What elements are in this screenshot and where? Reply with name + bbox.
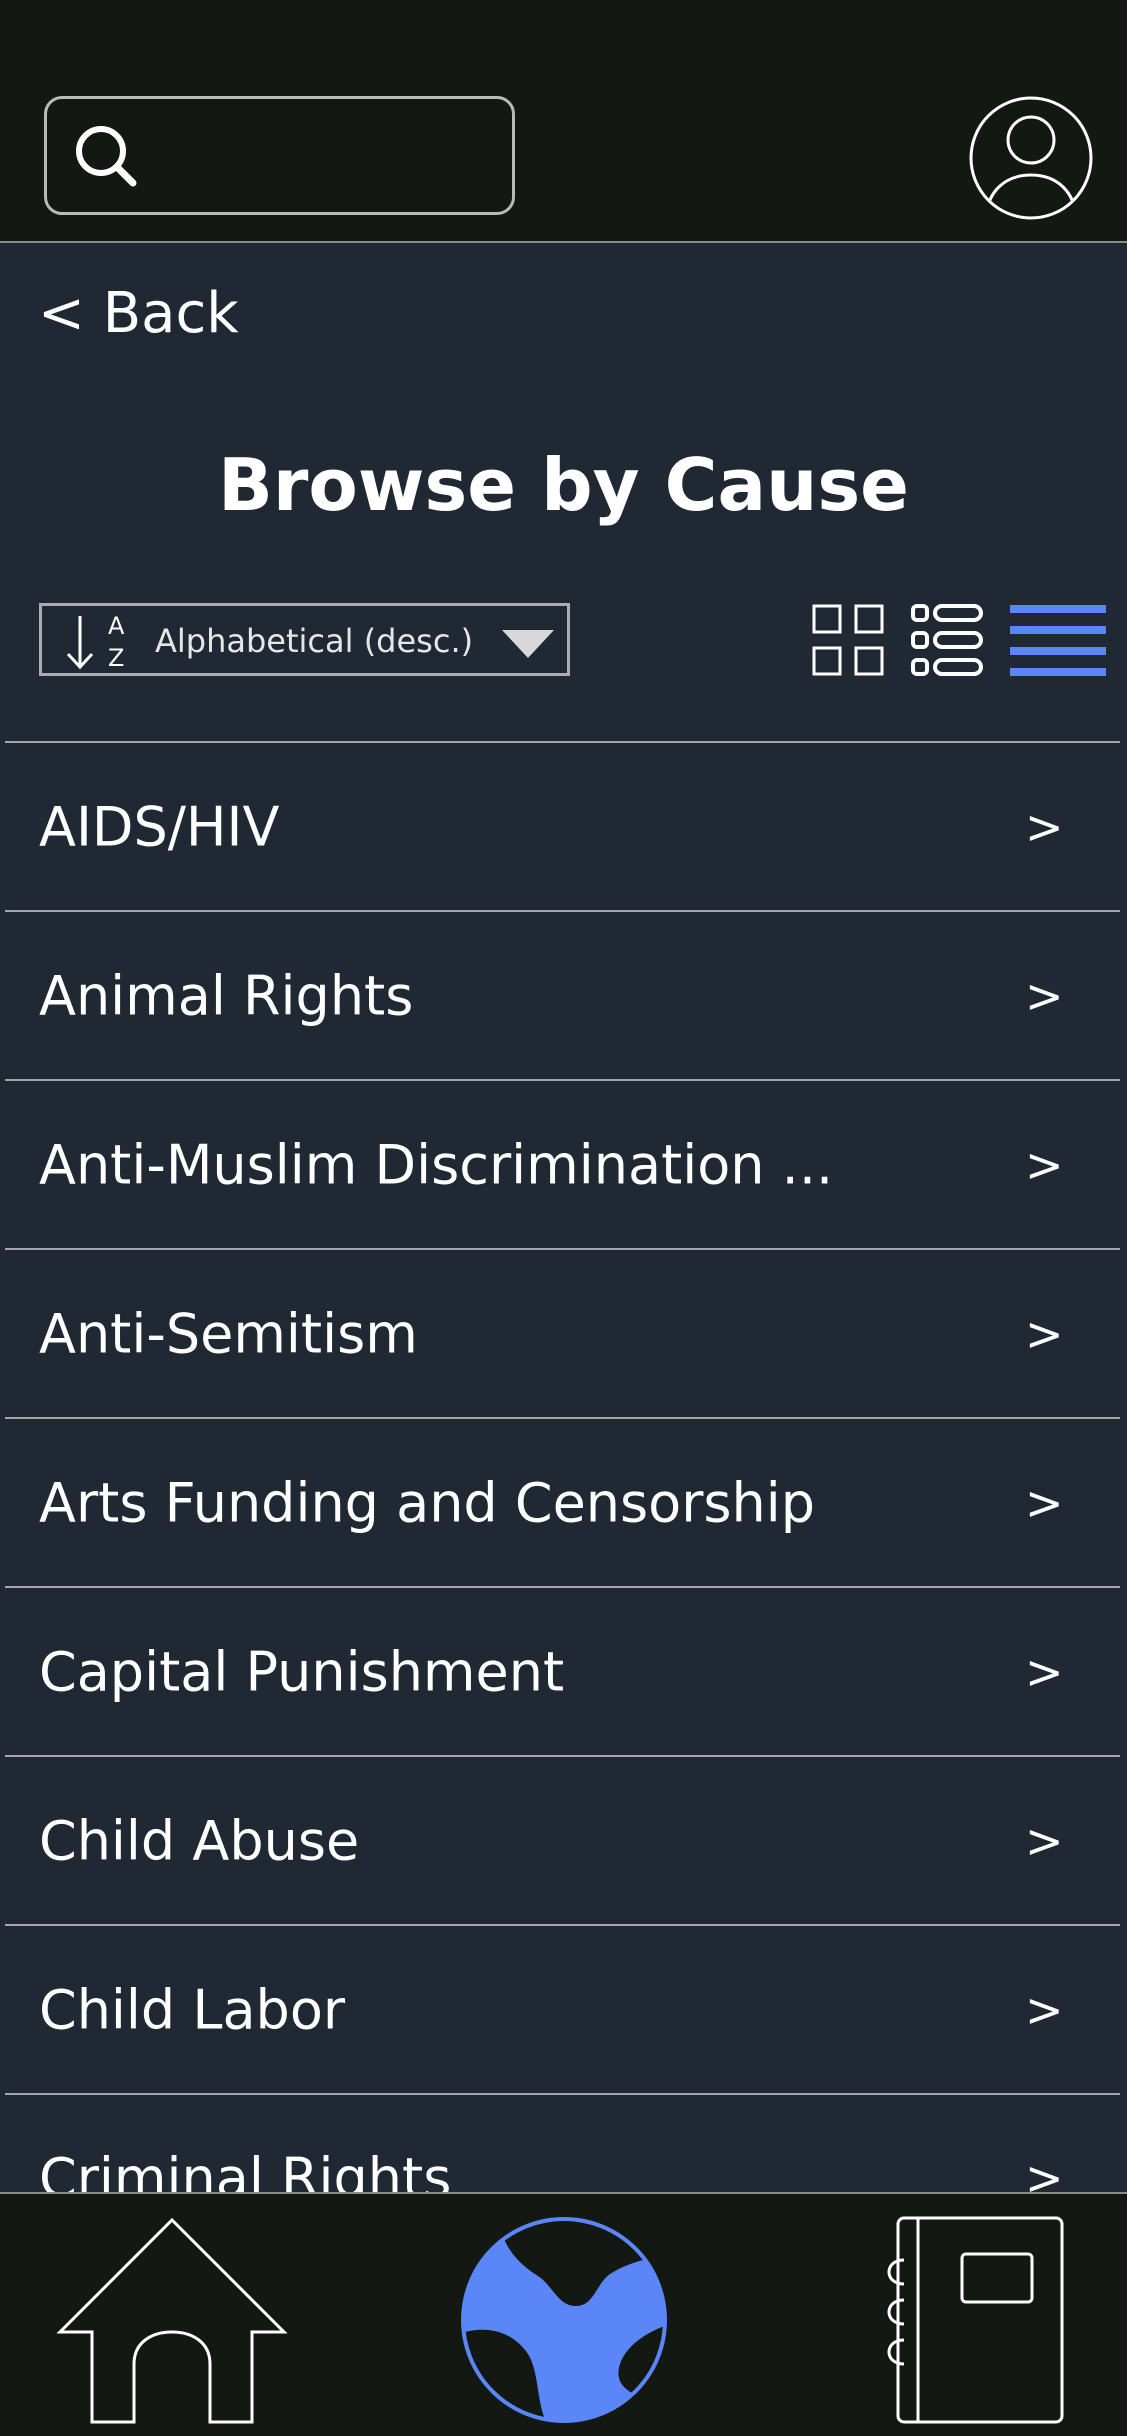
list-item[interactable]: Child Labor > <box>5 1924 1120 2093</box>
chevron-right-icon: > <box>1025 1644 1064 1699</box>
list-item[interactable]: Anti-Semitism > <box>5 1248 1120 1417</box>
cause-name: Anti-Muslim Discrimination ... <box>39 1133 834 1196</box>
search-input[interactable] <box>157 119 497 195</box>
cause-name: Animal Rights <box>39 964 414 1027</box>
sort-alpha-icon: A Z <box>66 612 125 672</box>
notebook-icon[interactable] <box>876 2214 1066 2426</box>
chevron-right-icon: > <box>1025 1982 1064 2037</box>
list-item[interactable]: Arts Funding and Censorship > <box>5 1417 1120 1586</box>
dropdown-caret-icon <box>502 630 554 658</box>
svg-text:Z: Z <box>108 644 124 672</box>
search-box[interactable] <box>44 96 515 215</box>
main-content: < Back Browse by Cause A Z Alphabetical … <box>0 243 1127 2262</box>
chevron-right-icon: > <box>1025 1137 1064 1192</box>
chevron-right-icon: > <box>1025 1306 1064 1361</box>
cause-name: Child Abuse <box>39 1809 360 1872</box>
list-view-icon[interactable] <box>1010 603 1106 677</box>
cause-name: Arts Funding and Censorship <box>39 1471 816 1534</box>
home-icon[interactable] <box>52 2214 292 2426</box>
page-title: Browse by Cause <box>217 443 910 527</box>
sort-dropdown[interactable]: A Z Alphabetical (desc.) <box>39 603 570 676</box>
svg-text:A: A <box>108 612 125 640</box>
chevron-right-icon: > <box>1025 799 1064 854</box>
chevron-right-icon: > <box>1025 1813 1064 1868</box>
top-bar <box>0 0 1127 243</box>
cause-name: Child Labor <box>39 1978 346 2041</box>
list-item[interactable]: AIDS/HIV > <box>5 741 1120 910</box>
bottom-nav <box>0 2192 1127 2436</box>
chevron-right-icon: > <box>1025 1475 1064 1530</box>
list-item[interactable]: Animal Rights > <box>5 910 1120 1079</box>
search-icon <box>76 126 137 187</box>
sort-selected-label: Alphabetical (desc.) <box>155 622 474 660</box>
list-item[interactable]: Child Abuse > <box>5 1755 1120 1924</box>
detail-list-view-icon[interactable] <box>910 603 984 677</box>
back-link[interactable]: < Back <box>38 281 239 346</box>
cause-name: Capital Punishment <box>39 1640 565 1703</box>
globe-icon[interactable] <box>458 2214 670 2426</box>
chevron-right-icon: > <box>1025 968 1064 1023</box>
profile-avatar-icon[interactable] <box>968 95 1094 221</box>
cause-list: AIDS/HIV > Animal Rights > Anti-Muslim D… <box>5 741 1120 2262</box>
list-item[interactable]: Capital Punishment > <box>5 1586 1120 1755</box>
grid-view-icon[interactable] <box>812 603 884 677</box>
cause-name: AIDS/HIV <box>39 795 280 858</box>
cause-name: Anti-Semitism <box>39 1302 418 1365</box>
list-item[interactable]: Anti-Muslim Discrimination ... > <box>5 1079 1120 1248</box>
